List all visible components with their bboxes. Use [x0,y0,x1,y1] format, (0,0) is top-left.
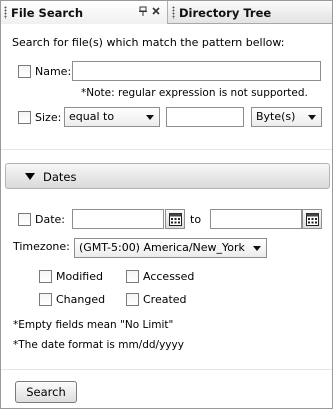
drag-grip-icon[interactable] [172,6,175,19]
tab-label: File Search [11,5,84,20]
chevron-down-icon [146,115,154,120]
date-checkbox[interactable] [18,213,31,226]
divider [1,149,332,150]
search-button[interactable]: Search [15,381,77,403]
drag-grip-icon[interactable] [4,6,7,19]
changed-label: Changed [56,293,106,306]
expand-triangle-icon [25,173,35,180]
calendar-icon [306,213,319,226]
chevron-down-icon [308,115,316,120]
timezone-select[interactable]: (GMT-5:00) America/New_York [74,238,267,258]
regex-note: *Note: regular expression is not support… [81,87,308,99]
name-checkbox[interactable] [18,65,31,78]
modified-label: Modified [56,270,103,283]
timezone-value: (GMT-5:00) America/New_York [79,241,245,254]
calendar-to-button[interactable] [302,209,322,229]
chevron-down-icon [253,246,261,251]
size-label: Size: [35,111,62,124]
tab-file-search[interactable]: File Search [1,1,168,24]
divider [1,369,332,370]
size-checkbox[interactable] [18,111,31,124]
date-format-note: *The date format is mm/dd/yyyy [13,339,184,351]
to-label: to [190,213,202,226]
accessed-checkbox[interactable] [126,270,139,283]
date-from-field[interactable] [72,209,164,229]
calendar-icon [169,213,182,226]
name-field[interactable] [72,61,321,81]
size-field[interactable] [166,107,244,127]
created-label: Created [143,293,187,306]
date-label: Date: [35,213,65,226]
pin-icon[interactable] [138,6,148,17]
tab-directory-tree[interactable]: Directory Tree [169,1,332,24]
created-checkbox[interactable] [126,293,139,306]
size-unit-select[interactable]: Byte(s) [251,107,322,127]
intro-text: Search for file(s) which match the patte… [12,36,285,49]
tab-strip: File Search Directory Tree [1,1,332,24]
timezone-label: Timezone: [13,240,70,253]
modified-checkbox[interactable] [39,270,52,283]
dates-section-header[interactable]: Dates [5,163,330,189]
accessed-label: Accessed [143,270,195,283]
calendar-from-button[interactable] [165,209,185,229]
dates-section-title: Dates [43,170,77,184]
date-to-field[interactable] [210,209,302,229]
size-comparison-select[interactable]: equal to [64,107,160,127]
name-label: Name: [35,65,72,78]
changed-checkbox[interactable] [39,293,52,306]
file-search-panel: File Search Directory Tree Search for fi… [0,0,333,409]
close-icon[interactable] [151,6,161,17]
tab-label: Directory Tree [179,5,272,20]
empty-fields-note: *Empty fields mean "No Limit" [13,319,174,331]
size-unit-value: Byte(s) [256,110,296,123]
size-comparison-value: equal to [69,110,115,123]
